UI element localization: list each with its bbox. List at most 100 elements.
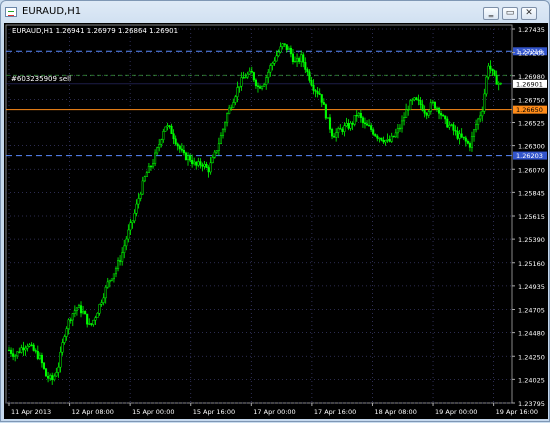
candle-body [421,104,424,111]
candle-body [359,112,362,118]
price-tick-label: 1.26750 [518,96,545,104]
candle-body [258,86,262,89]
price-chart[interactable]: 1.27218 1.26650 1.26203 1.26901 1.27435 1.27… [4,23,548,419]
candle-body [184,152,188,160]
candle-body [149,165,153,168]
candle-body [382,139,385,143]
candle-body [481,111,484,117]
candle-body [121,252,124,262]
order-label[interactable]: #603235909 sell [11,75,71,83]
candle-body [298,58,301,62]
candle-body [90,323,93,325]
candle-body [269,65,272,73]
price-tick-label: 1.25615 [518,213,545,221]
candle-body [147,165,150,173]
price-tick-label: 1.26525 [518,120,545,128]
candle-body [415,97,418,100]
candle-body [215,150,218,153]
time-tick-label: 17 Apr 16:00 [314,408,356,416]
price-tick-label: 1.27435 [518,26,545,34]
candle-body [450,124,453,126]
candle-body [493,70,496,76]
candle-body [166,125,169,128]
candle-body [372,129,375,135]
candle-body [407,109,410,111]
candle-body [250,70,253,73]
candle-body [347,123,350,129]
candle-body [256,85,260,88]
candle-body [304,62,307,70]
candle-body [390,135,393,142]
candle-body [24,347,27,351]
time-tick-label: 17 Apr 00:00 [253,408,295,416]
candle-body [176,143,179,147]
candle-body [456,130,459,139]
candle-body [65,328,68,337]
candle-body [151,163,155,168]
candle-body [67,319,70,329]
candle-body [273,60,276,64]
time-tick-label: 12 Apr 08:00 [72,408,114,416]
candle-body [108,279,111,283]
candle-body [405,109,408,118]
candle-body [125,238,128,247]
candle-body [458,133,461,139]
candle-body [63,336,66,343]
candle-body [42,362,46,369]
candle-body [351,122,354,125]
candle-body [44,368,48,377]
candle-body [370,125,373,130]
candle-body [308,71,311,81]
candle-body [483,93,486,112]
candle-body [217,143,220,151]
candle-body [357,112,360,117]
candle-body [281,43,284,47]
candle-body [468,143,471,148]
candle-body [326,117,329,119]
restore-button[interactable]: ▭ [502,7,518,20]
candle-body [328,117,332,130]
candle-body [182,149,185,154]
candle-body [18,351,21,353]
candle-body [94,317,97,321]
candle-body [287,47,290,50]
candle-body [178,145,181,150]
candle-body [300,54,303,62]
time-tick-label: 11 Apr 2013 [11,408,51,416]
candle-body [30,344,33,346]
level-label-tp_sl_lower: 1.26203 [516,152,543,160]
price-tick-label: 1.24025 [518,376,545,384]
candle-body [279,46,282,53]
candle-body [345,123,348,127]
candle-body [201,164,204,167]
candle-body [392,135,395,138]
candle-body [98,304,101,314]
candle-body [186,155,190,160]
candle-body [322,102,325,105]
price-tick-label: 1.24705 [518,307,545,315]
candle-body [36,351,39,359]
candle-body [112,273,115,280]
candle-body [398,127,402,130]
level-label-bid: 1.26901 [516,80,543,88]
candle-body [423,110,426,114]
candle-body [84,311,87,315]
candle-body [49,375,52,379]
candle-body [117,260,120,269]
candle-body [232,102,235,108]
minimize-button[interactable]: ‗ [483,7,499,20]
candle-body [22,347,25,351]
chart-canvas[interactable]: 1.272181.266501.262031.26901 1.274351.27… [4,23,548,419]
candle-body [61,342,64,353]
candle-body [79,305,83,314]
price-tick-label: 1.25845 [518,189,545,197]
candle-body [160,139,163,145]
candle-body [55,372,58,377]
candle-body [119,260,122,262]
candle-body [374,134,377,137]
candle-body [135,203,138,214]
close-button[interactable]: ✕ [521,7,537,20]
candle-body [261,85,264,89]
candle-body [310,80,313,86]
title-bar[interactable]: EURAUD,H1 ‗ ▭ ✕ [1,1,549,23]
